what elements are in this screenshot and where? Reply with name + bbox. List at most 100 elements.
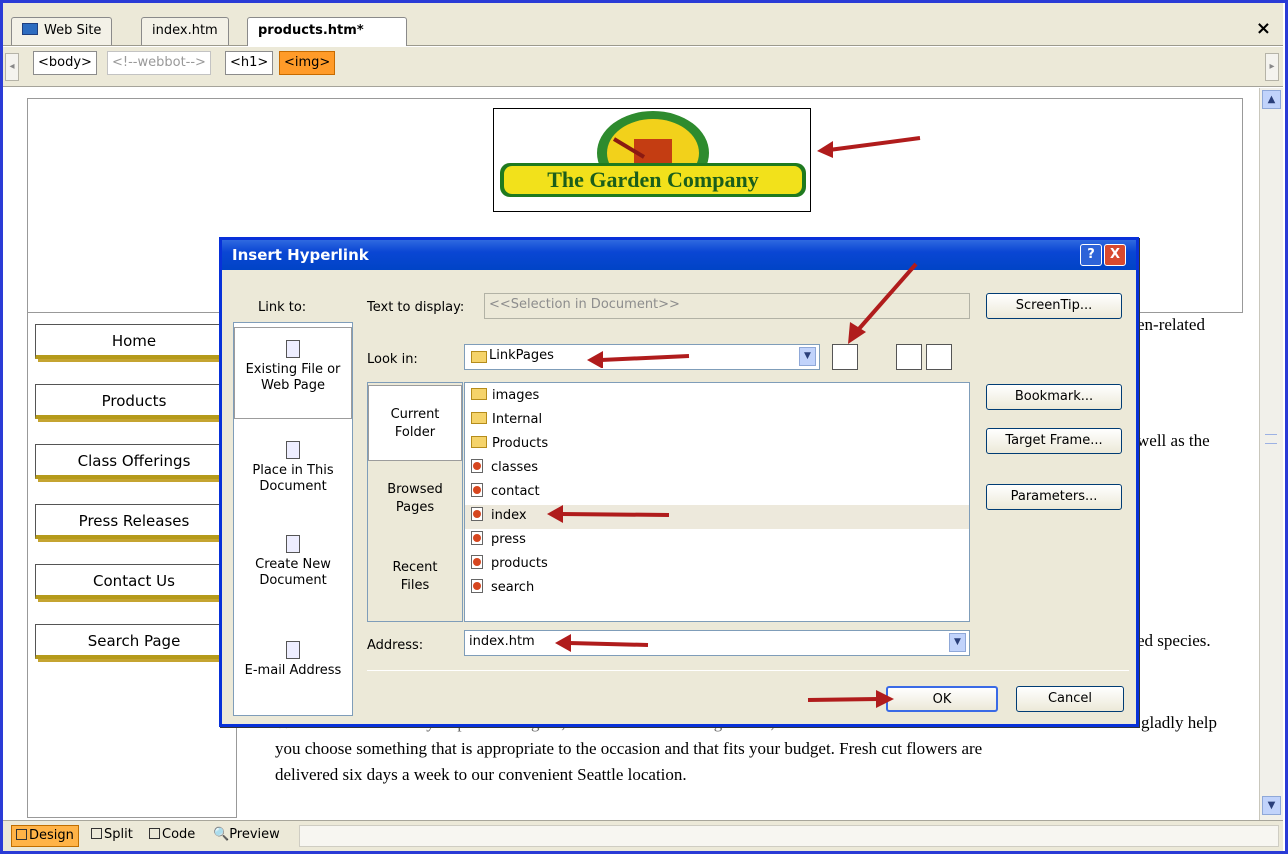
vertical-scrollbar[interactable]: ▲ ▼ — [1259, 88, 1283, 820]
look-in-label: Look in: — [367, 352, 418, 367]
tag-webbot[interactable]: <!--webbot--> — [107, 51, 211, 75]
tab-index-htm[interactable]: index.htm — [141, 17, 229, 45]
nav-press-releases-button[interactable]: Press Releases — [35, 504, 233, 539]
email-icon — [286, 641, 300, 659]
folder-icon — [471, 388, 487, 400]
view-mode-bar: Design Split Code 🔍Preview — [3, 820, 1283, 851]
tab-recent-files[interactable]: Recent Files — [368, 559, 462, 595]
web-page-icon — [471, 459, 483, 473]
list-item[interactable]: products — [471, 553, 548, 577]
insert-hyperlink-dialog: Insert Hyperlink ? X Link to: Text to di… — [219, 237, 1139, 727]
annotation-arrow-logo — [817, 136, 921, 158]
tag-h1[interactable]: <h1> — [225, 51, 274, 75]
help-button[interactable]: ? — [1080, 244, 1102, 266]
body-text-fragment-3: ed species. — [1137, 631, 1211, 650]
list-item[interactable]: Internal — [471, 409, 542, 433]
web-page-icon — [471, 555, 483, 569]
list-item[interactable]: classes — [471, 457, 538, 481]
magnifier-icon: 🔍 — [213, 827, 230, 842]
ok-button[interactable]: OK — [886, 686, 998, 712]
nav-search-page-button[interactable]: Search Page — [35, 624, 233, 659]
garden-company-logo[interactable]: The Garden Company — [493, 108, 811, 212]
scroll-up-icon[interactable]: ▲ — [1262, 90, 1281, 109]
tab-web-site[interactable]: Web Site — [11, 17, 113, 45]
body-text-fragment-1: en-related — [1137, 315, 1205, 334]
nav-products-button[interactable]: Products — [35, 384, 233, 419]
dialog-title: Insert Hyperlink — [232, 246, 369, 264]
tag-scroll-left-icon[interactable]: ◂ — [5, 53, 19, 81]
code-icon — [149, 828, 160, 839]
horizontal-scrollbar[interactable] — [299, 825, 1279, 847]
nav-contact-us-button[interactable]: Contact Us — [35, 564, 233, 599]
chevron-down-icon[interactable]: ▼ — [799, 347, 816, 366]
paragraph-line-3: delivered six days a week to our conveni… — [275, 765, 687, 784]
link-to-label: Link to: — [258, 300, 307, 315]
design-view-button[interactable]: Design — [11, 825, 79, 847]
nav-class-offerings-button[interactable]: Class Offerings — [35, 444, 233, 479]
place-in-document-icon — [286, 441, 300, 459]
web-page-icon — [471, 507, 483, 521]
cancel-button[interactable]: Cancel — [1016, 686, 1124, 712]
preview-view-button[interactable]: 🔍Preview — [209, 825, 284, 847]
tag-scroll-right-icon[interactable]: ▸ — [1265, 53, 1279, 81]
link-to-panel: Existing File or Web Page Place in This … — [233, 322, 353, 716]
web-site-icon — [22, 23, 38, 35]
folder-icon — [471, 436, 487, 448]
paragraph-line-2: you choose something that is appropriate… — [275, 739, 983, 758]
existing-file-icon — [286, 340, 300, 358]
tab-current-folder[interactable]: Current Folder — [368, 385, 462, 461]
dialog-separator — [367, 670, 1129, 671]
parameters-button[interactable]: Parameters... — [986, 484, 1122, 510]
list-item[interactable]: Products — [471, 433, 548, 457]
annotation-arrow-ok — [807, 690, 894, 708]
nav-home-button[interactable]: Home — [35, 324, 233, 359]
list-item[interactable]: search — [471, 577, 534, 601]
text-to-display-label: Text to display: — [367, 300, 465, 315]
tag-body[interactable]: <body> — [33, 51, 97, 75]
link-to-email-address[interactable]: E-mail Address — [234, 641, 352, 679]
document-tab-bar: Web Site index.htm products.htm* × — [3, 3, 1283, 46]
target-frame-button[interactable]: Target Frame... — [986, 428, 1122, 454]
body-text-fragment-2: well as the — [1137, 431, 1210, 450]
file-list[interactable]: images Internal Products classes contact… — [464, 382, 970, 622]
address-field[interactable]: index.htm ▼ — [464, 630, 970, 656]
address-label: Address: — [367, 638, 424, 653]
split-view-button[interactable]: Split — [87, 825, 137, 847]
web-page-icon — [471, 531, 483, 545]
new-document-icon — [286, 535, 300, 553]
tab-browsed-pages[interactable]: Browsed Pages — [368, 481, 462, 517]
link-to-create-new-document[interactable]: Create New Document — [234, 535, 352, 589]
link-to-place-in-document[interactable]: Place in This Document — [234, 441, 352, 495]
look-in-tabs: Current Folder Browsed Pages Recent File… — [367, 382, 463, 622]
annotation-arrow-address — [555, 634, 649, 652]
scroll-thumb[interactable] — [1265, 434, 1277, 444]
split-icon — [91, 828, 102, 839]
scroll-down-icon[interactable]: ▼ — [1262, 796, 1281, 815]
browse-file-icon[interactable] — [926, 344, 952, 370]
annotation-arrow-up-folder — [848, 262, 918, 344]
annotation-arrow-index — [547, 505, 670, 523]
close-document-icon[interactable]: × — [1256, 18, 1271, 39]
logo-text: The Garden Company — [547, 167, 759, 192]
list-item[interactable]: press — [471, 529, 526, 553]
dialog-close-button[interactable]: X — [1104, 244, 1126, 266]
code-view-button[interactable]: Code — [145, 825, 199, 847]
list-item[interactable]: images — [471, 385, 539, 409]
tab-products-htm[interactable]: products.htm* — [247, 17, 407, 46]
bookmark-button[interactable]: Bookmark... — [986, 384, 1122, 410]
list-item[interactable]: contact — [471, 481, 540, 505]
folder-icon — [471, 412, 487, 424]
list-item-selected[interactable]: index — [465, 505, 969, 529]
dialog-title-bar[interactable]: Insert Hyperlink — [222, 240, 1136, 270]
chevron-down-icon[interactable]: ▼ — [949, 633, 966, 652]
web-page-icon — [471, 483, 483, 497]
web-page-icon — [471, 579, 483, 593]
design-icon — [16, 829, 27, 840]
tag-img[interactable]: <img> — [279, 51, 336, 75]
quick-tag-selector: ◂ <body> <!--webbot--> <h1> <img> ▸ — [3, 47, 1283, 87]
screentip-button[interactable]: ScreenTip... — [986, 293, 1122, 319]
link-to-existing-file[interactable]: Existing File or Web Page — [234, 327, 352, 419]
annotation-arrow-look-in — [587, 351, 690, 368]
logo-graphic — [500, 111, 806, 197]
folder-icon — [471, 351, 487, 363]
